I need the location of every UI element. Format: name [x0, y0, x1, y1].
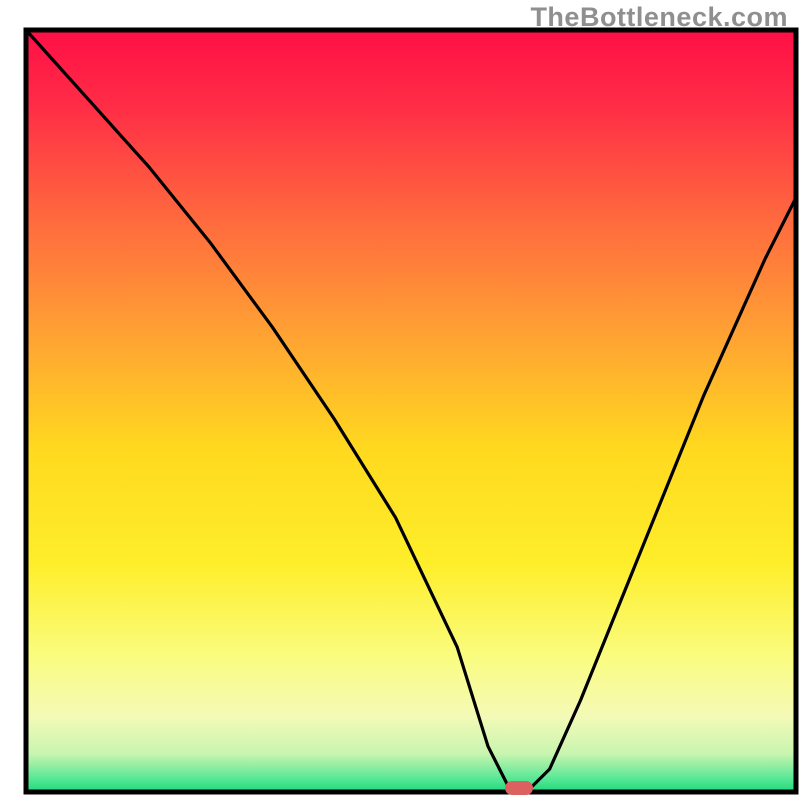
plot-background — [26, 30, 796, 792]
optimal-point-marker — [505, 781, 533, 795]
watermark-text: TheBottleneck.com — [530, 2, 788, 33]
chart-container: TheBottleneck.com — [0, 0, 800, 800]
bottleneck-chart — [0, 0, 800, 800]
